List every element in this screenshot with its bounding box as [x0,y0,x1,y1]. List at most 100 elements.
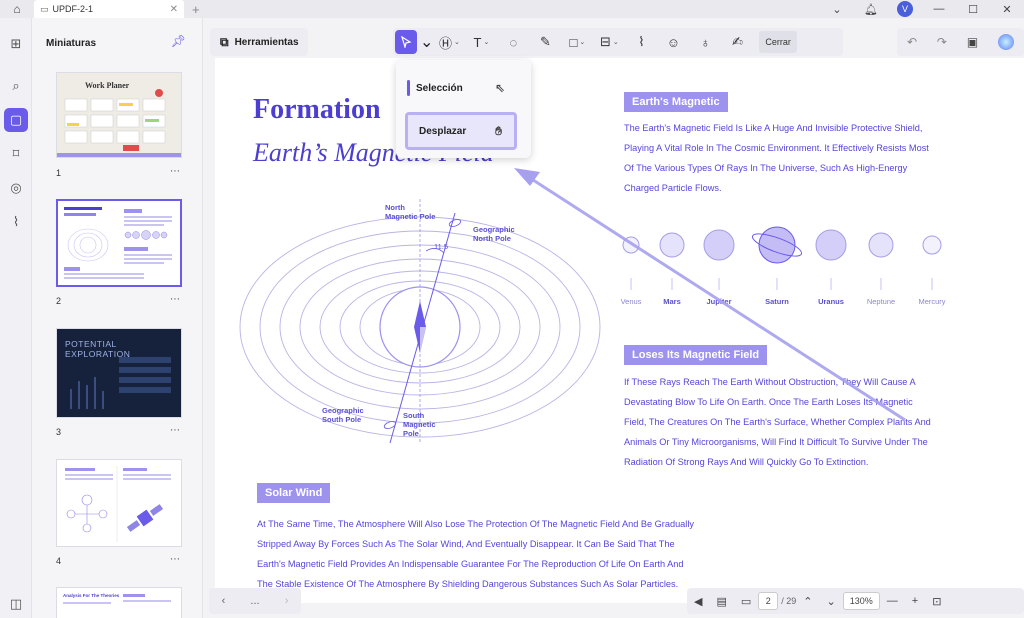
minimize-icon[interactable]: — [922,3,956,15]
comment-icon[interactable]: ◎ [4,176,28,200]
close-tab-icon[interactable]: ✕ [170,4,178,15]
thumb-2-preview [64,207,172,279]
cursor-tool[interactable] [395,30,417,54]
selected-indicator [407,80,410,96]
planet-label: Uranus [818,297,844,306]
redo-icon[interactable]: ↷ [937,35,947,49]
pin-icon[interactable]: 📌︎ [171,34,186,48]
tilt-angle: 11.5 [434,242,448,251]
home-icon[interactable]: ⌂ [0,0,34,18]
thumbnails-panel: Miniaturas 📌︎ Work Planer 1 ⋯ 2 ⋯ POTENT… [32,18,203,618]
attach-tool[interactable]: ⌇ [628,30,654,54]
comment-bubble-icon: ◌ [509,34,518,50]
tools-label: Herramientas [234,36,299,48]
attachment-icon[interactable]: ⌇ [4,210,28,234]
planets-illustration [622,226,942,290]
thumbnail-page-4[interactable] [56,459,182,547]
more-icon[interactable]: ⋯ [170,425,181,436]
chevron-down-icon[interactable]: ⌄ [827,595,836,608]
geographic-north-label: Geographic North Pole [473,225,515,243]
sticker-tool[interactable]: ☺ [660,30,686,54]
pan-label: Desplazar [419,125,467,137]
signature-icon: ✍ [731,34,743,49]
grid-icon[interactable]: ⊞ [4,32,28,56]
thumbnail-page-3[interactable]: POTENTIAL EXPLORATION [56,328,182,418]
document-tab[interactable]: ▭ UPDF-2-1 ✕ [34,0,184,18]
page-navigation: ◀ ▤ ▭ 2 / 29 ⌃ ⌄ 130% — + ⊡ [687,588,1024,614]
paperclip-icon: ⌇ [638,34,645,49]
thumbnail-number: 3 [56,427,62,437]
tab-title: UPDF-2-1 [52,4,94,14]
select-mode-option[interactable]: Selección ⇖ [405,72,517,104]
thumbnail-number: 1 [56,168,62,178]
right-toolbar: ↶ ↷ ▣ [897,28,1024,56]
select-label: Selección [416,82,463,94]
planet-label: Neptune [866,297,896,306]
undo-icon[interactable]: ↶ [907,35,917,49]
thumbnail-page-1[interactable]: Work Planer [56,72,182,158]
avatar[interactable]: V [897,1,913,17]
thumbnail-number: 2 [56,296,62,306]
section-heading: Earth's Magnetic [624,92,728,112]
search-icon[interactable]: ⌕ [4,74,28,98]
thumbnail-page-2[interactable] [56,199,182,287]
presentation-icon[interactable]: ▭ [741,595,751,608]
maximize-icon[interactable]: ☐ [956,3,990,16]
actual-size-icon[interactable]: ⊡ [932,595,941,608]
collapse-icon[interactable]: ◀ [694,595,702,608]
thumbnail-page-5[interactable]: Analysis For The Theories [56,587,182,618]
text-tool[interactable]: T ⌄ [468,30,494,54]
thumbnails-icon[interactable]: ▢ [4,108,28,132]
tool-strip: ⌄ Ⓗ ⌄ T ⌄ ◌ ✎ □ ⌄ ⊟ ⌄ ⌇ ☺ ♁ ✍ Cerrar [393,28,843,56]
ai-assistant-icon[interactable] [998,34,1015,50]
tools-button[interactable]: ⧉ Herramientas [210,28,308,56]
more-icon[interactable]: ⋯ [170,294,181,305]
hand-icon: ✋︎ [495,123,502,138]
save-icon[interactable]: ▣ [967,35,978,49]
section-2-text: If These Rays Reach The Earth Without Ob… [624,377,931,467]
more-icon[interactable]: ⋯ [170,554,181,565]
zoom-level[interactable]: 130% [842,592,880,610]
signature-tool[interactable]: ✍ [724,30,750,54]
more-icon[interactable]: ⋯ [170,166,181,177]
page-number-input[interactable]: 2 [758,592,779,610]
chevron-right-icon[interactable]: › [285,595,289,607]
stamp-icon: ⊟ [600,34,611,49]
highlight-tool[interactable]: Ⓗ ⌄ [436,30,462,54]
page-title: Formation [253,94,381,125]
cursor-caret-icon[interactable]: ⌄ [420,32,433,52]
chevron-down-icon[interactable]: ⌄ [820,3,854,16]
zoom-in-icon[interactable]: + [912,595,918,607]
stamp-tool[interactable]: ⊟ ⌄ [596,30,622,54]
close-window-icon[interactable]: ✕ [990,3,1024,16]
thumb-3-preview [70,357,171,409]
bell-icon[interactable]: 🔔︎ [854,3,888,16]
document-page: Formation Earth’s Magnetic Field 11.5 No… [215,58,1024,603]
title-bar: ⌂ ▭ UPDF-2-1 ✕ + ⌄ 🔔︎ V — ☐ ✕ [0,0,1024,18]
thumbnail-number: 4 [56,556,62,566]
south-magnetic-label: South Magnetic Pole [403,411,436,438]
layout-icon[interactable]: ▤ [716,595,726,608]
zoom-out-icon[interactable]: — [887,595,898,607]
layers-icon[interactable]: ◫ [4,592,28,616]
pencil-tool[interactable]: ✎ [532,30,558,54]
thumb-4-preview [65,466,171,542]
new-tab-icon[interactable]: + [192,2,200,17]
sticker-icon: ☺ [666,34,681,50]
document-icon: ▭ [40,3,49,14]
cursor-icon: ⇖ [494,81,505,95]
section-heading: Loses Its Magnetic Field [624,345,768,365]
chevron-up-icon[interactable]: ⌃ [803,595,812,608]
bookmark-icon[interactable]: ⌑ [4,142,28,166]
left-rail: ⊞ ⌕ ▢ ⌑ ◎ ⌇ ◫ [0,18,32,618]
chevron-left-icon[interactable]: ‹ [222,595,226,607]
shape-tool[interactable]: □ ⌄ [564,30,590,54]
more-button[interactable]: ... [250,595,259,607]
comment-tool[interactable]: ◌ [500,30,526,54]
close-button[interactable]: Cerrar [759,31,797,53]
square-icon: □ [569,34,578,50]
cursor-icon [401,36,412,48]
main-toolbar: ⧉ Herramientas ⌄ Ⓗ ⌄ T ⌄ ◌ ✎ □ ⌄ ⊟ ⌄ ⌇ ☺ ♁ ✍… [205,28,1024,56]
pan-mode-option[interactable]: Desplazar ✋︎ [405,112,517,150]
seal-tool[interactable]: ♁ [692,30,718,54]
